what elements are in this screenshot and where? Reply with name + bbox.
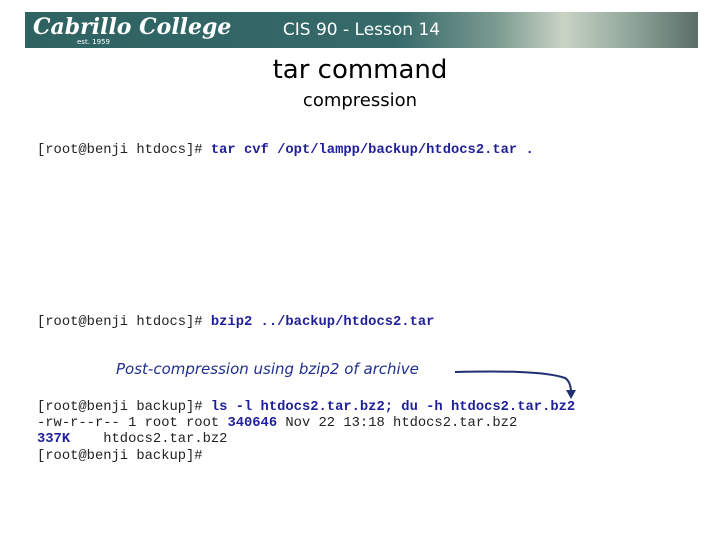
command: ls -l htdocs2.tar.bz2; du -h htdocs2.tar… bbox=[210, 400, 576, 415]
terminal-line: [root@benji backup]# ls -l htdocs2.tar.b… bbox=[37, 400, 575, 416]
slide: Cabrillo College est. 1959 CIS 90 - Less… bbox=[0, 0, 720, 540]
du-size: 337K bbox=[37, 432, 71, 447]
du-output: htdocs2.tar.bz2 bbox=[70, 432, 228, 447]
ls-output-rest: Nov 22 13:18 htdocs2.tar.bz2 bbox=[277, 416, 518, 431]
prompt: [root@benji backup]# bbox=[37, 449, 203, 464]
terminal-line: -rw-r--r-- 1 root root 340646 Nov 22 13:… bbox=[37, 416, 517, 432]
terminal-line: [root@benji backup]# bbox=[37, 449, 203, 465]
ls-output: -rw-r--r-- 1 root root bbox=[37, 416, 228, 431]
terminal-line: 337K htdocs2.tar.bz2 bbox=[37, 432, 227, 448]
file-size: 340646 bbox=[227, 416, 278, 431]
prompt: [root@benji backup]# bbox=[37, 400, 211, 415]
